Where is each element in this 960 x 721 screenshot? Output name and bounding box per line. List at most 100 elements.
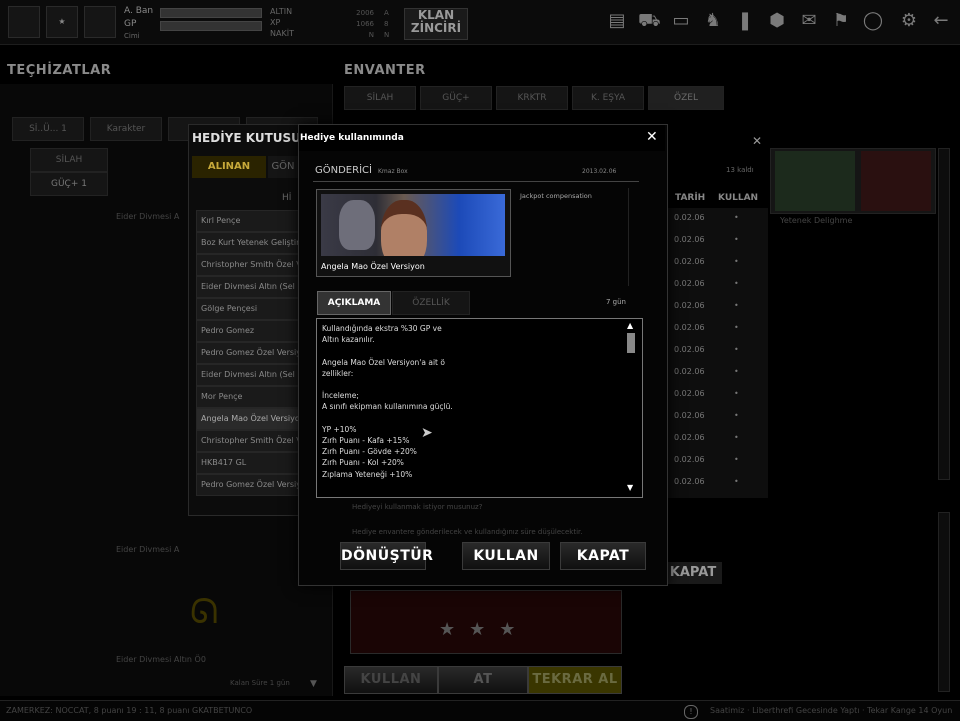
scroll-down-icon[interactable]: ▼ bbox=[310, 679, 317, 689]
inventory-tab-special[interactable]: ÖZEL bbox=[648, 86, 724, 110]
use-button-bg[interactable]: KULLAN bbox=[344, 666, 438, 694]
shop-cart-icon[interactable]: ⛟ bbox=[638, 10, 661, 32]
table-row[interactable]: 0.02.06 • bbox=[664, 208, 764, 228]
value-2: 1066 bbox=[356, 20, 374, 28]
left-header-1[interactable]: Sİ..Ü... 1 bbox=[12, 117, 84, 141]
star-rating-icon: ★★★ bbox=[439, 619, 530, 640]
character-portrait bbox=[321, 194, 505, 256]
inventory-tab-character[interactable]: KRKTR bbox=[496, 86, 568, 110]
confirm-note: Hediye envantere gönderilecek ve kulland… bbox=[352, 528, 583, 536]
table-row[interactable]: 0.02.06 • bbox=[664, 296, 764, 316]
search-icon[interactable]: ◯ bbox=[862, 10, 884, 32]
tab-features[interactable]: ÖZELLİK bbox=[392, 291, 470, 315]
confirm-question: Hediyeyi kullanmak istiyor musunuz? bbox=[352, 503, 483, 511]
left-tab-weapon[interactable]: SİLAH bbox=[30, 148, 108, 172]
table-row[interactable]: 0.02.06 • bbox=[664, 318, 764, 338]
close-button[interactable]: KAPAT bbox=[560, 542, 646, 570]
menu-button[interactable] bbox=[8, 6, 40, 38]
table-row[interactable]: 0.02.06 • bbox=[664, 340, 764, 360]
tab-sent[interactable]: GÖN bbox=[268, 156, 298, 178]
gift-list-header: Hİ bbox=[282, 193, 292, 203]
row-dot: • bbox=[734, 477, 739, 486]
inventory-tab-weapon[interactable]: SİLAH bbox=[344, 86, 416, 110]
table-row[interactable]: 0.02.06 • bbox=[664, 252, 764, 272]
gift-item[interactable]: Pedro Gomez Özel Versiyon bbox=[196, 342, 300, 364]
scrollbar-thumb[interactable] bbox=[627, 333, 635, 353]
cube-icon[interactable]: ⬢ bbox=[766, 10, 788, 32]
gift-item[interactable]: Eider Divmesi Altın (Sel bbox=[196, 364, 300, 386]
gift-item[interactable]: HKB417 GL bbox=[196, 452, 300, 474]
angela-mao-portrait bbox=[381, 200, 427, 256]
book-icon[interactable]: ❚ bbox=[734, 10, 756, 32]
right-scrollbar-2[interactable] bbox=[938, 512, 950, 692]
gift-item-card[interactable]: Angela Mao Özel Versiyon bbox=[316, 189, 511, 277]
bg-close-icon[interactable]: ✕ bbox=[752, 134, 762, 148]
scroll-up-icon[interactable]: ▲ bbox=[627, 321, 633, 330]
clan-chain-button[interactable]: KLAN ZİNCİRİ bbox=[404, 8, 468, 40]
mouse-cursor-icon: ➤ bbox=[421, 425, 433, 441]
dialog-title: Hediye kullanımında bbox=[300, 133, 404, 143]
status-bar: ZAMERKEZ: NOCCAT, 8 puanı 19 : 11, 8 pua… bbox=[0, 700, 960, 721]
character-icon[interactable] bbox=[84, 6, 116, 38]
gift-item[interactable]: Gölge Pençesi bbox=[196, 298, 300, 320]
gift-item[interactable]: Christopher Smith Özel V bbox=[196, 430, 300, 452]
table-row[interactable]: 0.02.06 • bbox=[664, 362, 764, 382]
status-right-text: Saatimiz · Liberthrefi Gecesinde Yaptı ·… bbox=[710, 706, 953, 715]
gift-item[interactable]: Boz Kurt Yetenek Geliştirme bbox=[196, 232, 300, 254]
table-row[interactable]: 0.02.06 • bbox=[664, 384, 764, 404]
close-icon[interactable]: ✕ bbox=[646, 129, 658, 145]
table-row[interactable]: 0.02.06 • bbox=[664, 274, 764, 294]
gear-icon[interactable]: ⚙ bbox=[898, 10, 920, 32]
row-date: 0.02.06 bbox=[674, 433, 705, 442]
caption-1: Eider Divmesi A bbox=[116, 212, 180, 221]
table-row[interactable]: 0.02.06 • bbox=[664, 406, 764, 426]
gift-item[interactable]: Kırl Pençe bbox=[196, 210, 300, 232]
table-row[interactable]: 0.02.06 • bbox=[664, 428, 764, 448]
inventory-tab-items[interactable]: K. EŞYA bbox=[572, 86, 644, 110]
inventory-tab-power[interactable]: GÜÇ+ bbox=[420, 86, 492, 110]
werewolf-image bbox=[339, 200, 375, 250]
gp-label: GP bbox=[124, 19, 137, 29]
left-header-2[interactable]: Karakter bbox=[90, 117, 162, 141]
bg-close-button[interactable]: KAPAT bbox=[664, 562, 722, 584]
use-button[interactable]: KULLAN bbox=[462, 542, 550, 570]
rank-icon[interactable]: ★ bbox=[46, 6, 78, 38]
gift-item[interactable]: Pedro Gomez bbox=[196, 320, 300, 342]
value-6: N bbox=[384, 31, 390, 39]
mail-icon[interactable]: ✉ bbox=[798, 10, 820, 32]
row-date: 0.02.06 bbox=[674, 367, 705, 376]
table-row[interactable]: 0.02.06 • bbox=[664, 450, 764, 470]
tab-received[interactable]: ALINAN bbox=[192, 156, 266, 178]
convert-button[interactable]: DÖNÜŞTÜR bbox=[340, 542, 433, 570]
value-1: 2006 bbox=[356, 9, 374, 17]
row-date: 0.02.06 bbox=[674, 455, 705, 464]
flag-icon[interactable]: ⚑ bbox=[830, 10, 852, 32]
back-arrow-icon[interactable]: ← bbox=[930, 10, 952, 32]
rebuy-button-bg[interactable]: TEKRAR AL bbox=[528, 666, 622, 694]
row-dot: • bbox=[734, 455, 739, 464]
warning-icon: ! bbox=[684, 705, 698, 719]
row-dot: • bbox=[734, 301, 739, 310]
cash-label: NAKİT bbox=[270, 29, 294, 38]
left-tab-power[interactable]: GÜÇ+ 1 bbox=[30, 172, 108, 196]
discard-button-bg[interactable]: AT bbox=[438, 666, 528, 694]
gift-item-selected[interactable]: Angela Mao Özel Versiyon bbox=[196, 408, 300, 430]
scroll-down-icon[interactable]: ▼ bbox=[627, 483, 633, 492]
row-dot: • bbox=[734, 279, 739, 288]
wolf-icon[interactable]: ♞ bbox=[702, 10, 724, 32]
gift-item[interactable]: Eider Divmesi Altın (Sel bbox=[196, 276, 300, 298]
box-icon[interactable]: ▭ bbox=[670, 10, 692, 32]
gift-item[interactable]: Pedro Gomez Özel Versiyon bbox=[196, 474, 300, 496]
gift-item[interactable]: Christopher Smith Özel Versiyon bbox=[196, 254, 300, 276]
right-scrollbar[interactable] bbox=[938, 148, 950, 480]
top-bar: ★ A. Ban GP Cimi ALTIN XP NAKİT 2006 106… bbox=[0, 0, 960, 45]
tab-description[interactable]: AÇIKLAMA bbox=[317, 291, 391, 315]
gift-item[interactable]: Mor Pençe bbox=[196, 386, 300, 408]
gold-label: ALTIN bbox=[270, 7, 293, 16]
row-dot: • bbox=[734, 323, 739, 332]
chart-icon[interactable]: ▤ bbox=[606, 10, 628, 32]
description-box[interactable]: Kullandığında ekstra %30 GP ve Altın kaz… bbox=[316, 318, 643, 498]
table-row[interactable]: 0.02.06 • bbox=[664, 230, 764, 250]
caption-3: Eider Divmesi Altın Ö0 bbox=[116, 655, 206, 664]
table-row[interactable]: 0.02.06 • bbox=[664, 472, 764, 492]
